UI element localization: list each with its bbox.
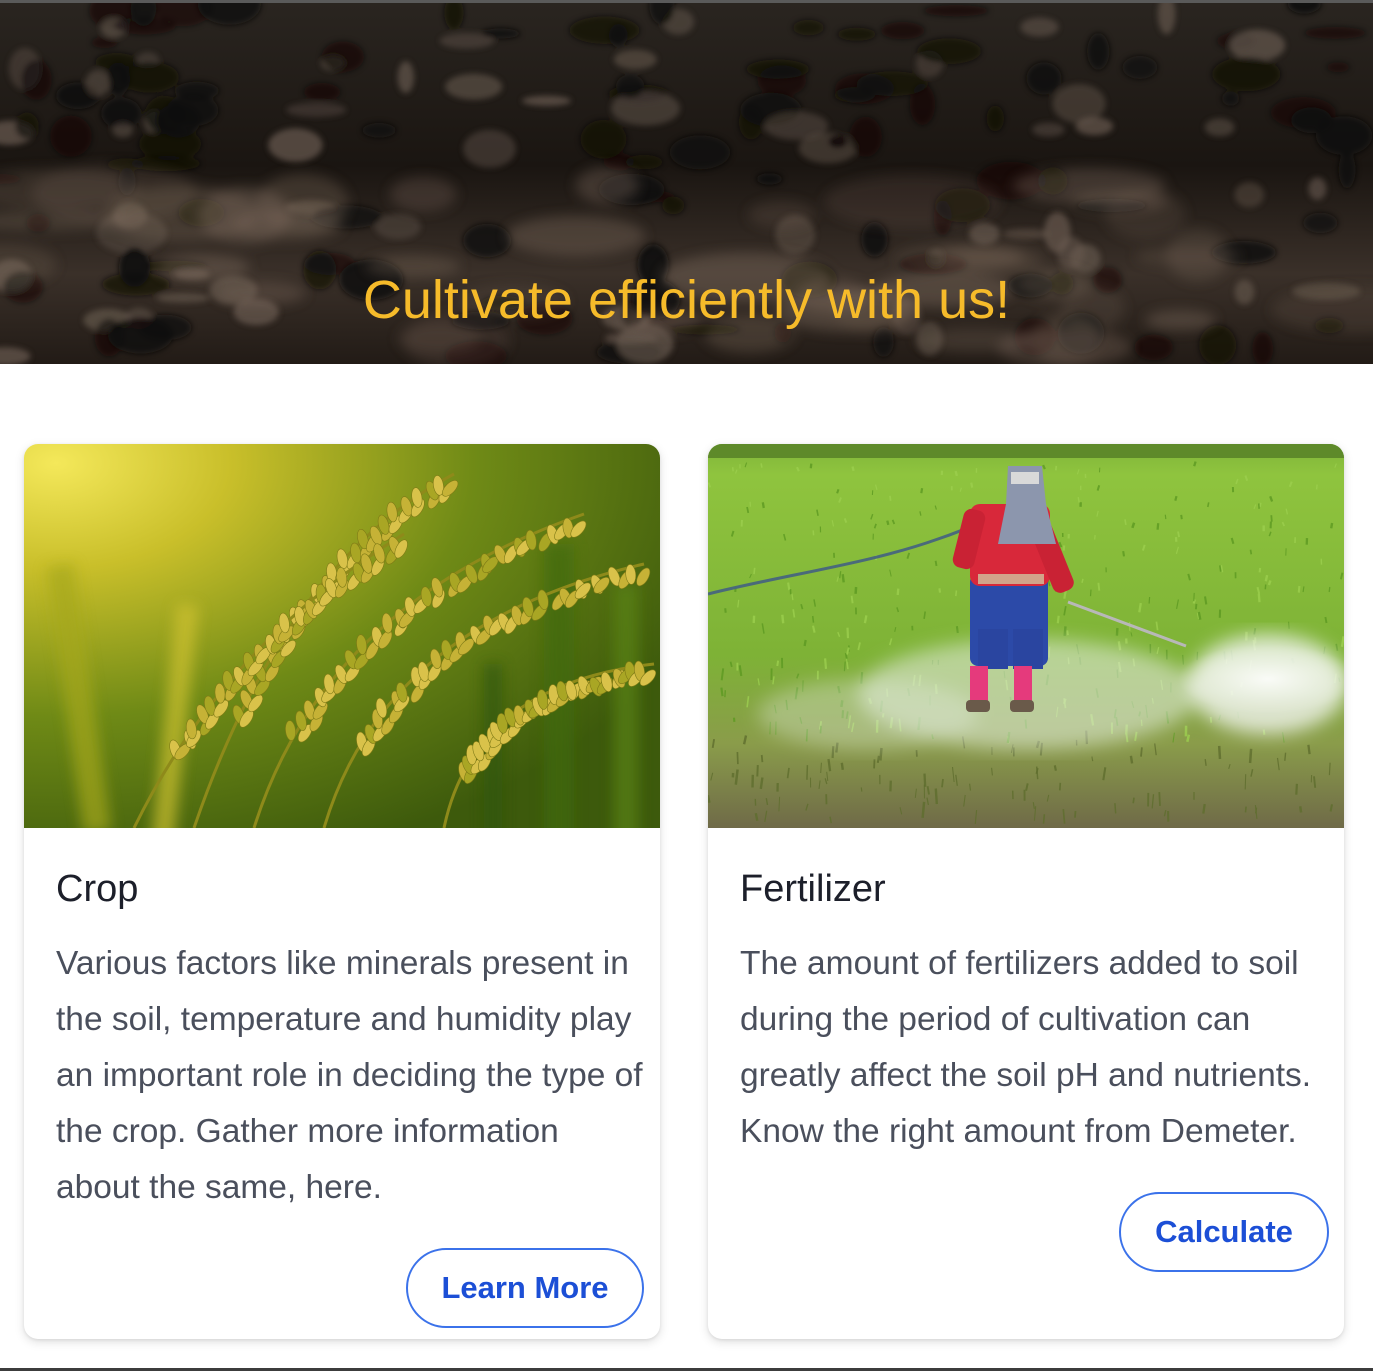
- learn-more-button[interactable]: Learn More: [406, 1248, 644, 1328]
- fertilizer-title: Fertilizer: [740, 868, 886, 910]
- hero-banner: Cultivate efficiently with us!: [0, 3, 1373, 364]
- fertilizer-card: Fertilizer The amount of fertilizers add…: [708, 444, 1344, 1339]
- crop-image: [24, 444, 660, 828]
- crop-card: Crop Various factors like minerals prese…: [24, 444, 660, 1339]
- fertilizer-description: The amount of fertilizers added to soil …: [740, 945, 1312, 1150]
- crop-description: Various factors like minerals present in…: [56, 945, 643, 1206]
- fertilizer-image: [708, 444, 1344, 828]
- crop-title: Crop: [56, 868, 139, 910]
- hero-title: Cultivate efficiently with us!: [362, 270, 1011, 330]
- calculate-button[interactable]: Calculate: [1119, 1192, 1329, 1272]
